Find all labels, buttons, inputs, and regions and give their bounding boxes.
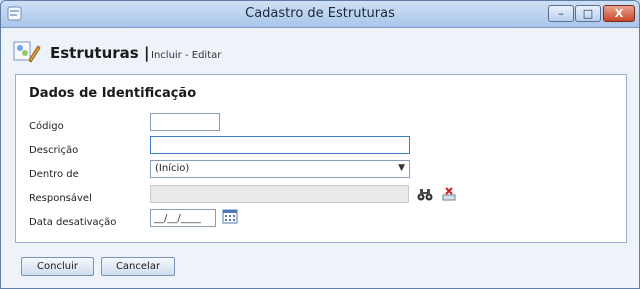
close-button[interactable]: X <box>603 5 635 22</box>
title-bar: Cadastro de Estruturas – □ X <box>1 1 639 28</box>
descricao-label: Descrição <box>29 145 79 156</box>
binoculars-icon[interactable] <box>417 187 433 201</box>
dentro-de-value: (Início) <box>155 163 190 174</box>
page-title: Estruturas | <box>50 44 150 62</box>
clear-icon[interactable] <box>441 186 457 202</box>
responsavel-input <box>150 185 409 203</box>
page-subtitle: Incluir - Editar <box>151 50 222 61</box>
dentro-de-label: Dentro de <box>29 169 79 180</box>
calendar-icon[interactable] <box>222 209 238 224</box>
window-title: Cadastro de Estruturas <box>245 6 395 21</box>
descricao-input[interactable] <box>150 136 410 154</box>
minimize-icon: – <box>558 7 564 20</box>
data-desativacao-input[interactable] <box>150 209 216 227</box>
dentro-de-select[interactable]: (Início) ▼ <box>150 160 410 178</box>
section-title: Dados de Identificação <box>29 86 197 101</box>
minimize-button[interactable]: – <box>548 5 574 22</box>
codigo-label: Código <box>29 121 64 132</box>
window: Cadastro de Estruturas – □ X Estruturas … <box>0 0 640 289</box>
data-desativacao-label: Data desativação <box>29 217 117 228</box>
maximize-button[interactable]: □ <box>575 5 601 22</box>
content-area: Estruturas | Incluir - Editar Dados de I… <box>1 28 639 288</box>
codigo-input[interactable] <box>150 113 220 131</box>
concluir-button[interactable]: Concluir <box>21 257 94 276</box>
structure-edit-icon <box>13 41 41 63</box>
maximize-icon: □ <box>582 7 594 20</box>
close-icon: X <box>614 7 624 20</box>
identification-panel: Dados de Identificação Código Descrição … <box>15 74 627 243</box>
responsavel-label: Responsável <box>29 193 92 204</box>
cancelar-button[interactable]: Cancelar <box>101 257 175 276</box>
chevron-down-icon: ▼ <box>398 163 405 173</box>
